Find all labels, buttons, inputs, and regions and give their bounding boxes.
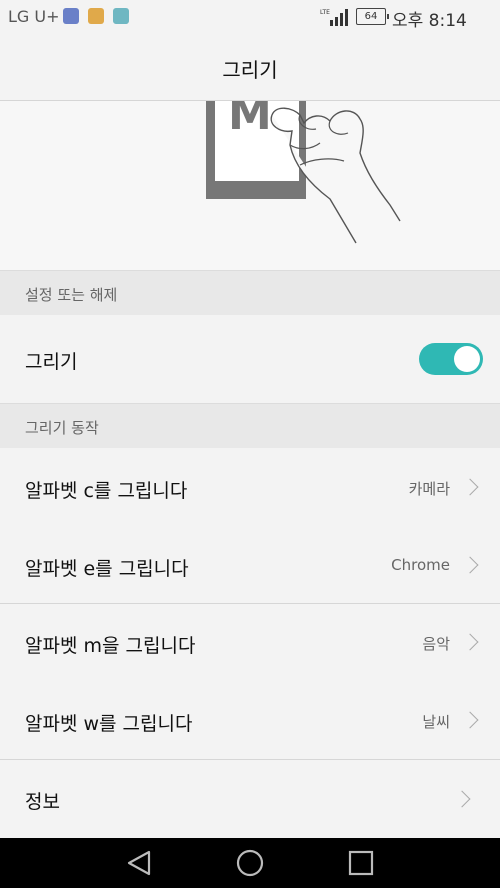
memo-notification-icon	[88, 8, 104, 24]
status-bar: LG U+ LTE 64 오후 8:14	[0, 0, 500, 32]
back-icon[interactable]	[122, 846, 156, 880]
signal-icon: LTE	[320, 9, 348, 26]
chevron-right-icon	[453, 790, 471, 808]
chevron-right-icon	[461, 556, 479, 574]
gesture-row-c[interactable]: 알파벳 c를 그립니다 카메라	[0, 448, 500, 526]
navigation-bar	[0, 838, 500, 888]
battery-level: 64	[364, 11, 378, 22]
battery-icon: 64	[356, 8, 389, 25]
page-title: 그리기	[222, 58, 278, 82]
app-bar: 그리기	[0, 32, 500, 101]
gesture-app: 음악	[422, 635, 450, 653]
gesture-app: 날씨	[422, 713, 450, 731]
gesture-illustration: M	[0, 101, 500, 270]
toggle-knob	[454, 346, 480, 372]
gallery-notification-icon	[63, 8, 79, 24]
gesture-label: 알파벳 c를 그립니다	[25, 480, 188, 502]
section-title: 그리기 동작	[25, 419, 99, 437]
recents-icon[interactable]	[344, 846, 378, 880]
gesture-row-e[interactable]: 알파벳 e를 그립니다 Chrome	[0, 526, 500, 603]
photo-notification-icon	[113, 8, 129, 24]
gesture-row-w[interactable]: 알파벳 w를 그립니다 날씨	[0, 682, 500, 759]
knuckle-draw-illustration: M	[206, 101, 401, 244]
info-label: 정보	[25, 791, 60, 813]
chevron-right-icon	[461, 633, 479, 651]
gesture-app: Chrome	[391, 556, 450, 574]
illustration-letter: M	[228, 101, 272, 140]
chevron-right-icon	[461, 478, 479, 496]
info-row[interactable]: 정보	[0, 760, 500, 838]
draw-toggle-switch[interactable]	[419, 343, 483, 375]
gesture-label: 알파벳 e를 그립니다	[25, 558, 189, 580]
home-icon[interactable]	[233, 846, 267, 880]
gesture-label: 알파벳 m을 그립니다	[25, 635, 196, 657]
section-title: 설정 또는 해제	[25, 286, 118, 304]
gesture-row-m[interactable]: 알파벳 m을 그립니다 음악	[0, 604, 500, 682]
network-type-label: LTE	[320, 9, 330, 16]
gesture-app: 카메라	[408, 480, 450, 498]
gesture-label: 알파벳 w를 그립니다	[25, 713, 193, 735]
draw-toggle-label: 그리기	[25, 351, 78, 373]
section-header-toggle: 설정 또는 해제	[0, 270, 500, 316]
clock: 오후 8:14	[392, 11, 467, 31]
carrier-label: LG U+	[8, 7, 60, 26]
draw-toggle-row[interactable]: 그리기	[0, 315, 500, 403]
section-header-gestures: 그리기 동작	[0, 403, 500, 449]
chevron-right-icon	[461, 711, 479, 729]
